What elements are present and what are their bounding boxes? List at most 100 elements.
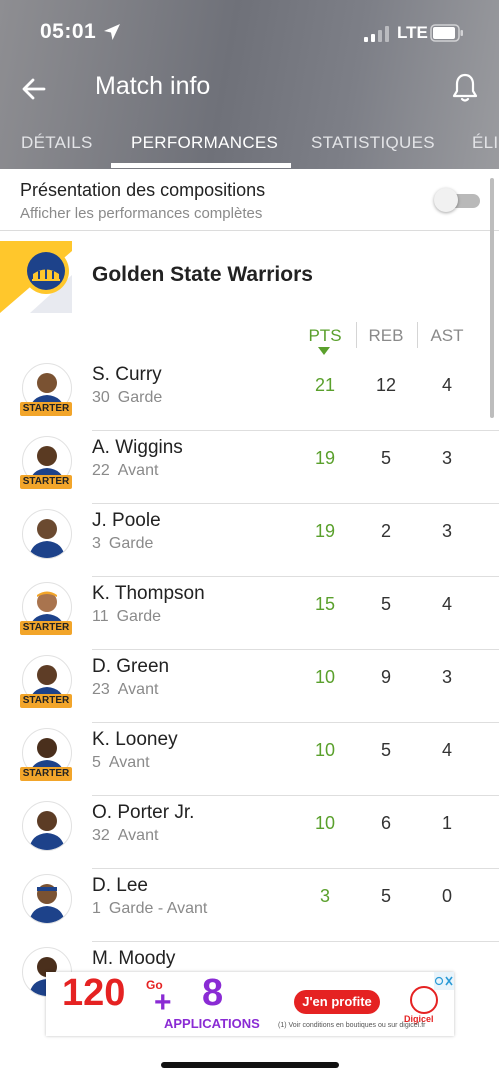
player-reb: 9	[380, 667, 391, 687]
player-number: 23	[92, 681, 110, 698]
lineup-toggle-subtitle: Afficher les performances complètes	[20, 205, 263, 222]
advertisement-banner[interactable]: 120 Go + 8 APPLICATIONS J'en profite Dig…	[46, 972, 454, 1036]
lineup-toggle-title: Présentation des compositions	[20, 180, 266, 200]
player-row[interactable]: D. Lee 1 Garde - Avant 3 5 0	[0, 869, 499, 942]
full-performance-toggle[interactable]	[434, 188, 480, 212]
player-ast: 4	[441, 594, 452, 614]
player-position: Garde	[116, 608, 162, 625]
player-ast: 0	[441, 886, 452, 906]
ad-legal-text: (1) Voir conditions en boutiques ou sur …	[278, 1022, 426, 1029]
player-reb: 2	[380, 521, 391, 541]
player-row[interactable]: STARTER S. Curry 30 Garde 21 12 4	[0, 358, 499, 431]
player-meta: 5 Avant	[92, 754, 150, 772]
player-name: M. Moody	[92, 948, 176, 969]
player-pts: 19	[314, 448, 336, 468]
back-arrow-icon[interactable]	[18, 73, 50, 105]
player-position: Garde - Avant	[108, 900, 208, 917]
player-ast: 3	[441, 521, 452, 541]
player-row[interactable]: O. Porter Jr. 32 Avant 10 6 1	[0, 796, 499, 869]
player-pts: 19	[314, 521, 336, 541]
column-header-pts[interactable]: PTS	[295, 326, 355, 346]
player-ast: 3	[441, 667, 452, 687]
player-meta: 30 Garde	[92, 389, 162, 407]
player-position: Avant	[117, 462, 159, 479]
player-ast: 1	[441, 813, 452, 833]
warriors-logo-icon	[0, 241, 72, 313]
tab-details[interactable]: DÉTAILS	[21, 133, 93, 153]
player-ast: 3	[441, 448, 452, 468]
starter-badge: STARTER	[20, 475, 72, 489]
app-header: 05:01 LTE Match info DÉTAILS PERFORMANCE…	[0, 0, 499, 169]
player-name: A. Wiggins	[92, 437, 183, 458]
location-arrow-icon	[104, 24, 120, 40]
player-silhouette-icon	[29, 884, 65, 923]
player-reb: 6	[380, 813, 391, 833]
tab-statistiques[interactable]: STATISTIQUES	[311, 133, 435, 153]
player-number: 3	[92, 535, 101, 552]
player-number: 5	[92, 754, 101, 771]
player-row[interactable]: STARTER K. Thompson 11 Garde 15 5 4	[0, 577, 499, 650]
notification-bell-icon[interactable]	[450, 72, 480, 104]
player-silhouette-icon	[29, 811, 65, 850]
page-title: Match info	[95, 72, 211, 100]
player-reb: 5	[380, 448, 391, 468]
player-avatar	[22, 874, 72, 924]
player-pts: 10	[314, 813, 336, 833]
player-row[interactable]: J. Poole 3 Garde 19 2 3	[0, 504, 499, 577]
starter-badge: STARTER	[20, 621, 72, 635]
player-pts: 15	[314, 594, 336, 614]
player-position: Garde	[117, 389, 163, 406]
starter-badge: STARTER	[20, 694, 72, 708]
player-meta: 11 Garde	[92, 608, 161, 626]
column-header-reb[interactable]: REB	[356, 326, 416, 346]
team-name: Golden State Warriors	[92, 263, 313, 286]
player-reb: 12	[375, 375, 397, 395]
player-pts: 10	[314, 667, 336, 687]
player-name: J. Poole	[92, 510, 161, 531]
signal-strength-icon	[364, 26, 389, 42]
ad-headline-data: 120	[62, 972, 126, 1014]
ad-subline: APPLICATIONS	[164, 1016, 260, 1031]
ad-cta-button[interactable]: J'en profite	[294, 990, 380, 1014]
tab-performances[interactable]: PERFORMANCES	[131, 133, 278, 153]
player-ast: 4	[441, 740, 452, 760]
tab-bar: DÉTAILS PERFORMANCES STATISTIQUES ÉLI	[0, 120, 499, 169]
player-name: K. Thompson	[92, 583, 205, 604]
player-row[interactable]: STARTER K. Looney 5 Avant 10 5 4	[0, 723, 499, 796]
starter-badge: STARTER	[20, 402, 72, 416]
player-name: D. Green	[92, 656, 170, 677]
player-number: 1	[92, 900, 101, 917]
ad-choices-close-icon[interactable]	[434, 972, 454, 990]
player-reb: 5	[380, 594, 391, 614]
player-avatar	[22, 509, 72, 559]
player-number: 32	[92, 827, 110, 844]
player-position: Avant	[117, 681, 159, 698]
starter-badge: STARTER	[20, 767, 72, 781]
battery-icon	[430, 24, 463, 42]
player-ast: 4	[441, 375, 452, 395]
player-row[interactable]: STARTER D. Green 23 Avant 10 9 3	[0, 650, 499, 723]
player-number: 11	[92, 608, 109, 625]
tab-elimination[interactable]: ÉLI	[472, 133, 498, 153]
player-silhouette-icon	[29, 519, 65, 558]
player-name: O. Porter Jr.	[92, 802, 195, 823]
player-row[interactable]: STARTER A. Wiggins 22 Avant 19 5 3	[0, 431, 499, 504]
ad-headline-apps: 8	[202, 972, 224, 1014]
lineup-toggle-row[interactable]: Présentation des compositions Afficher l…	[0, 169, 499, 231]
player-number: 30	[92, 389, 110, 406]
column-header-ast[interactable]: AST	[417, 326, 477, 346]
player-meta: 1 Garde - Avant	[92, 900, 207, 918]
status-time: 05:01	[40, 20, 97, 43]
sort-descending-icon	[318, 347, 330, 355]
player-position: Avant	[117, 827, 159, 844]
ad-plus: +	[154, 986, 172, 1019]
player-position: Avant	[108, 754, 150, 771]
home-indicator[interactable]	[161, 1062, 339, 1068]
player-name: D. Lee	[92, 875, 148, 896]
player-reb: 5	[380, 740, 391, 760]
player-pts: 3	[319, 886, 330, 906]
player-reb: 5	[380, 886, 391, 906]
toggle-knob	[434, 188, 458, 212]
status-bar: 05:01 LTE	[0, 0, 499, 62]
player-meta: 23 Avant	[92, 681, 158, 699]
